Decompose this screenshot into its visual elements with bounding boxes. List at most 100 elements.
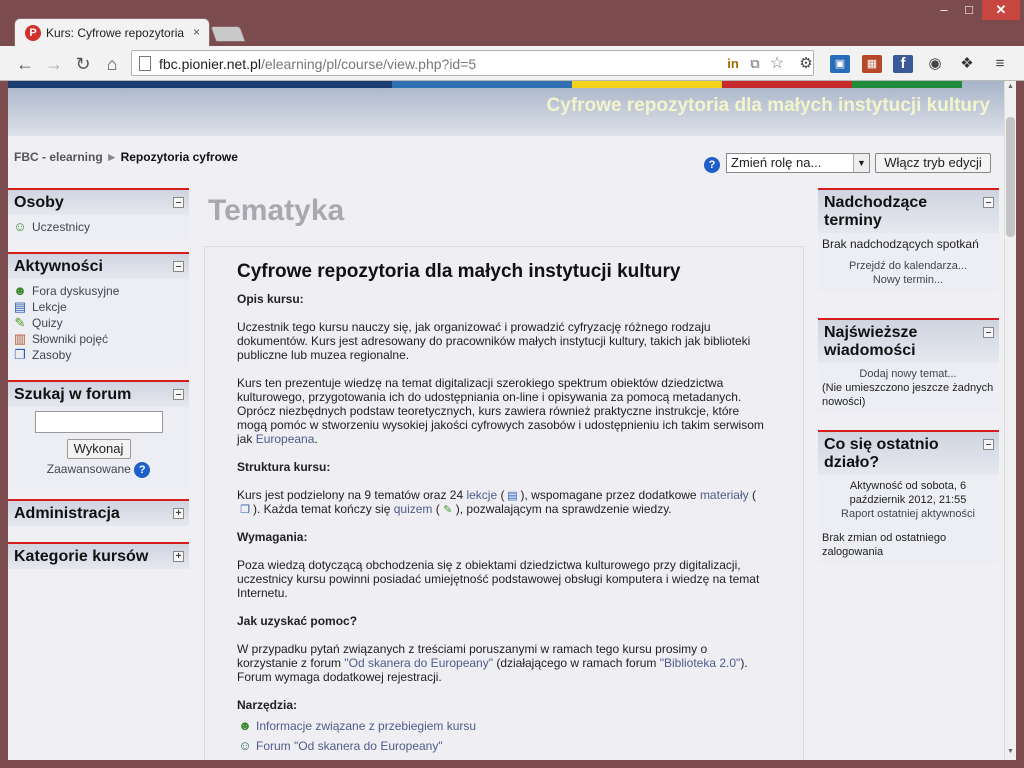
minimize-button[interactable]: – xyxy=(929,0,959,20)
struktura-text-c: ), wspomagane przez dodatkowe xyxy=(520,488,700,502)
header-stripe-navy xyxy=(8,81,392,88)
collapse-toggle-icon[interactable]: – xyxy=(983,197,994,208)
maximize-button[interactable]: □ xyxy=(956,0,982,20)
scroll-down-icon[interactable]: ▼ xyxy=(1006,748,1015,758)
forum-search-input[interactable] xyxy=(34,411,163,433)
forum-skaner-link[interactable]: "Od skanera do Europeany" xyxy=(344,656,493,670)
block-wiadomosci: Najświeższe wiadomości – Dodaj nowy temat… xyxy=(818,318,999,413)
scrollbar-thumb[interactable] xyxy=(1006,117,1015,237)
close-window-button[interactable]: ✕ xyxy=(982,0,1020,20)
forum-biblioteka-link[interactable]: "Biblioteka 2.0" xyxy=(660,656,741,670)
pomoc-label: Jak uzyskać pomoc? xyxy=(237,614,358,628)
search-submit-button[interactable]: Wykonaj xyxy=(66,439,131,459)
block-szukaj-label: Szukaj w forum xyxy=(14,386,132,403)
link-uczestnicy[interactable]: ☺ Uczestnicy xyxy=(12,219,184,235)
block-wiadomosci-title-line1: Najświeższe xyxy=(824,324,918,341)
struktura-text-f: ( xyxy=(432,502,440,516)
block-terminy-title-line1: Nadchodzące xyxy=(824,194,928,211)
block-aktywnosci-title: Aktywności – xyxy=(8,252,189,279)
link-uczestnicy-label: Uczestnicy xyxy=(32,220,91,234)
new-tab-button[interactable] xyxy=(210,26,246,42)
extension-screen-icon[interactable]: ▣ xyxy=(830,55,850,73)
role-select[interactable]: Zmień rolę na... ▼ xyxy=(726,153,870,173)
opis-paragraph-2: Kurs ten prezentuje wiedzę na temat digi… xyxy=(237,376,769,446)
users-icon: ☺ xyxy=(13,219,27,234)
collapse-toggle-icon[interactable]: – xyxy=(983,327,994,338)
narzedzia-label: Narzędzia: xyxy=(237,698,298,712)
site-title: Cyfrowe repozytoria dla małych instytucj… xyxy=(546,95,990,116)
menu-icon[interactable]: ≡ xyxy=(990,55,1010,73)
block-terminy: Nadchodzące terminy – Brak nadchodzących … xyxy=(818,188,999,291)
facebook-icon[interactable]: f xyxy=(893,55,913,73)
help-icon[interactable]: ? xyxy=(704,157,720,173)
back-button[interactable]: ← xyxy=(14,53,36,75)
header-stripe-green xyxy=(852,81,962,88)
link-lekcje-label: Lekcje xyxy=(32,300,67,314)
lekcje-link[interactable]: lekcje xyxy=(466,488,497,502)
advanced-search-link[interactable]: Zaawansowane xyxy=(47,462,131,476)
collapse-toggle-icon[interactable]: – xyxy=(173,197,184,208)
new-event-link[interactable]: Nowy termin... xyxy=(873,274,943,286)
bookmark-star-icon[interactable]: ☆ xyxy=(768,55,786,73)
resource-icon: ❐ xyxy=(14,347,26,362)
block-osoby-title: Osoby – xyxy=(8,188,189,215)
opis-label: Opis kursu: xyxy=(237,292,304,306)
expand-toggle-icon[interactable]: + xyxy=(173,508,184,519)
link-slowniki[interactable]: ▥ Słowniki pojęć xyxy=(12,331,184,347)
materialy-link[interactable]: materiały xyxy=(700,488,749,502)
link-lekcje[interactable]: ▤ Lekcje xyxy=(12,299,184,315)
struktura-text-e: ). Każda temat kończy się xyxy=(253,502,394,516)
block-terminy-title-line2: terminy xyxy=(824,212,882,229)
block-osoby-body: ☺ Uczestnicy xyxy=(8,215,189,239)
tab-close-icon[interactable]: × xyxy=(193,25,200,39)
breadcrumb-home-link[interactable]: FBC - elearning xyxy=(14,150,103,164)
address-bar[interactable]: fbc.pionier.net.pl/elearning/pl/course/v… xyxy=(131,50,814,76)
quiz-link[interactable]: quizem xyxy=(394,502,433,516)
block-kategorie: Kategorie kursów + xyxy=(8,542,189,569)
evernote-icon[interactable]: ❖ xyxy=(957,55,977,73)
block-aktywnosci-body: ☻ Fora dyskusyjne ▤ Lekcje ✎ Quizy ▥ Słownik… xyxy=(8,279,189,367)
link-quizy[interactable]: ✎ Quizy xyxy=(12,315,184,331)
europeana-link[interactable]: Europeana xyxy=(256,432,315,446)
opis-p2-end: . xyxy=(314,432,318,446)
add-news-link[interactable]: Dodaj nowy temat... xyxy=(859,368,956,380)
edit-mode-button[interactable]: Włącz tryb edycji xyxy=(875,153,991,173)
block-ostatnio-title-line1: Co się ostatnio xyxy=(824,436,939,453)
block-administracja-title[interactable]: Administracja + xyxy=(8,499,189,526)
home-button[interactable]: ⌂ xyxy=(101,53,123,75)
browser-tab[interactable]: P Kurs: Cyfrowe repozytoria d × xyxy=(14,18,210,46)
collapse-toggle-icon[interactable]: – xyxy=(173,389,184,400)
header-stripe-red xyxy=(722,81,852,88)
activity-report-link[interactable]: Raport ostatniej aktywności xyxy=(841,508,975,520)
course-summary: Cyfrowe repozytoria dla małych instytucj… xyxy=(204,246,804,760)
chevron-down-icon: ▼ xyxy=(853,154,869,172)
extension-eye-icon[interactable]: ◉ xyxy=(925,55,945,73)
link-fora-label: Fora dyskusyjne xyxy=(32,284,120,298)
header-stripe-blue xyxy=(392,81,572,88)
collapse-toggle-icon[interactable]: – xyxy=(983,439,994,450)
url-text: fbc.pionier.net.pl/elearning/pl/course/v… xyxy=(159,56,477,72)
tool-link-forum[interactable]: ☺ Forum "Od skanera do Europeany" xyxy=(237,736,769,756)
page-viewport: Cyfrowe repozytoria dla małych instytucj… xyxy=(8,81,1004,760)
extension-grid-icon[interactable]: ▦ xyxy=(862,55,882,73)
page-scrollbar[interactable]: ▲ ▼ xyxy=(1004,81,1016,760)
lesson-icon: ▤ xyxy=(13,299,27,314)
block-kategorie-title[interactable]: Kategorie kursów + xyxy=(8,542,189,569)
translate-icon[interactable]: in xyxy=(724,55,742,73)
link-fora[interactable]: ☻ Fora dyskusyjne xyxy=(12,283,184,299)
expand-toggle-icon[interactable]: + xyxy=(173,551,184,562)
block-administracja: Administracja + xyxy=(8,499,189,526)
link-zasoby[interactable]: ❐ Zasoby xyxy=(12,347,184,363)
forward-button[interactable]: → xyxy=(43,53,65,75)
page-action-icon[interactable]: ⧉ xyxy=(746,55,764,73)
collapse-toggle-icon[interactable]: – xyxy=(173,261,184,272)
scroll-up-icon[interactable]: ▲ xyxy=(1006,83,1015,93)
header-stripe-yellow xyxy=(572,81,722,88)
calendar-link[interactable]: Przejdź do kalendarza... xyxy=(849,260,967,272)
settings-gear-icon[interactable]: ⚙ xyxy=(796,55,816,73)
tool-link-informacje[interactable]: ☻ Informacje związane z przebiegiem kursu xyxy=(237,716,769,736)
chat-icon: ☺ xyxy=(238,738,252,753)
reload-button[interactable]: ↻ xyxy=(72,53,94,75)
block-aktywnosci-label: Aktywności xyxy=(14,258,103,275)
help-icon[interactable]: ? xyxy=(134,462,151,478)
